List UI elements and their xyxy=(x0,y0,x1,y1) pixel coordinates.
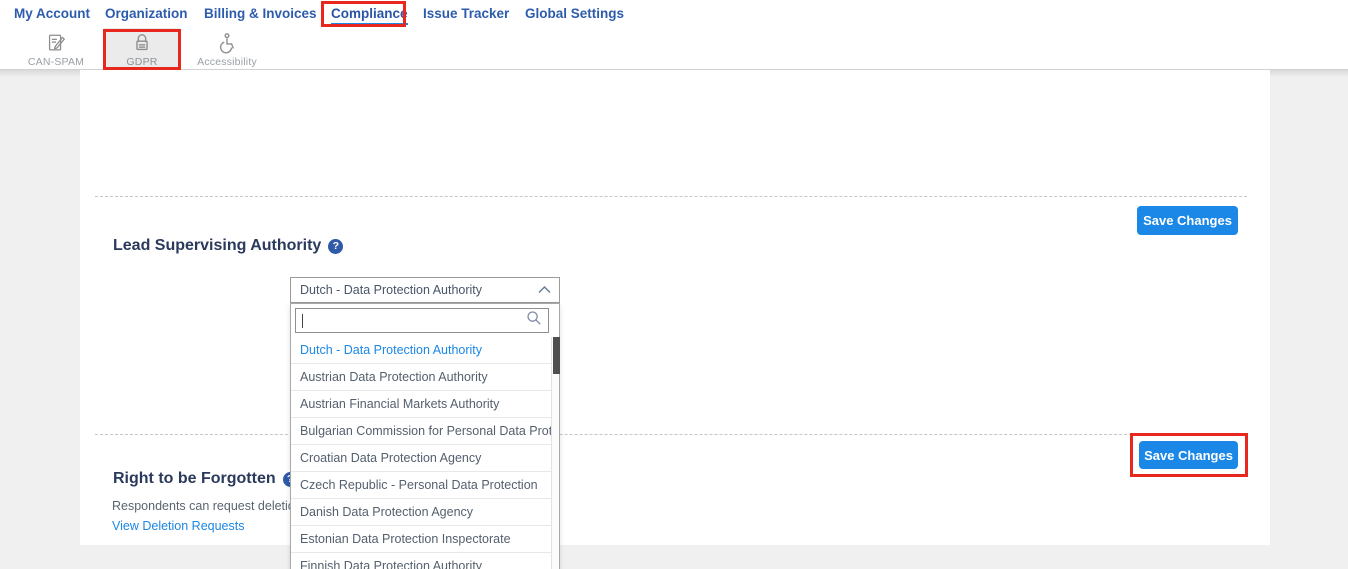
nav-global-settings[interactable]: Global Settings xyxy=(525,6,624,21)
tab-can-spam[interactable]: CAN-SPAM xyxy=(10,28,102,70)
right-to-be-forgotten-title: Right to be Forgotten ? xyxy=(113,470,298,488)
help-icon[interactable]: ? xyxy=(328,239,343,254)
nav-organization[interactable]: Organization xyxy=(105,6,188,21)
lead-supervising-authority-title: Lead Supervising Authority ? xyxy=(113,237,343,255)
authority-option[interactable]: Austrian Financial Markets Authority xyxy=(291,391,552,418)
authority-option[interactable]: Austrian Data Protection Authority xyxy=(291,364,552,391)
authority-option-list: Dutch - Data Protection Authority Austri… xyxy=(291,337,552,569)
padlock-icon xyxy=(131,31,153,55)
tab-gdpr[interactable]: GDPR xyxy=(104,28,180,70)
authority-option[interactable]: Dutch - Data Protection Authority xyxy=(291,337,552,364)
save-changes-button-address[interactable]: Save Changes xyxy=(1137,206,1238,235)
chevron-up-icon xyxy=(538,283,551,297)
dropdown-scrollbar-thumb[interactable] xyxy=(553,337,560,374)
search-icon xyxy=(526,310,542,331)
save-changes-button-authority[interactable]: Save Changes xyxy=(1139,441,1238,469)
nav-compliance[interactable]: Compliance xyxy=(331,6,408,25)
compliance-toolbar: CAN-SPAM GDPR Accessibility xyxy=(0,28,1348,70)
nav-my-account[interactable]: My Account xyxy=(14,6,90,21)
nav-issue-tracker[interactable]: Issue Tracker xyxy=(423,6,509,21)
document-pencil-icon xyxy=(45,31,67,55)
top-navigation: My Account Organization Billing & Invoic… xyxy=(0,0,1348,28)
tab-accessibility[interactable]: Accessibility xyxy=(184,28,270,70)
authority-option[interactable]: Croatian Data Protection Agency xyxy=(291,445,552,472)
nav-billing-invoices[interactable]: Billing & Invoices xyxy=(204,6,317,21)
view-deletion-requests-link[interactable]: View Deletion Requests xyxy=(112,519,244,533)
authority-selected-value: Dutch - Data Protection Authority xyxy=(300,283,482,297)
authority-option[interactable]: Bulgarian Commission for Personal Data P… xyxy=(291,418,552,445)
right-to-be-forgotten-description: Respondents can request deletion of xyxy=(112,499,316,513)
section-divider-2 xyxy=(95,434,1247,435)
authority-option[interactable]: Czech Republic - Personal Data Protectio… xyxy=(291,472,552,499)
text-caret xyxy=(302,314,303,328)
tab-accessibility-label: Accessibility xyxy=(197,56,257,68)
authority-search-input[interactable] xyxy=(295,308,549,333)
dropdown-scrollbar[interactable] xyxy=(551,337,559,569)
authority-select[interactable]: Dutch - Data Protection Authority xyxy=(290,277,560,303)
tab-can-spam-label: CAN-SPAM xyxy=(28,56,84,68)
compliance-settings-page: My Account Organization Billing & Invoic… xyxy=(0,0,1348,569)
wheelchair-icon xyxy=(216,31,238,55)
section-divider-1 xyxy=(95,196,1247,197)
authority-option[interactable]: Danish Data Protection Agency xyxy=(291,499,552,526)
tab-gdpr-label: GDPR xyxy=(126,56,157,68)
authority-option[interactable]: Estonian Data Protection Inspectorate xyxy=(291,526,552,553)
authority-dropdown-panel: Dutch - Data Protection Authority Austri… xyxy=(290,303,560,569)
authority-option[interactable]: Finnish Data Protection Authority xyxy=(291,553,552,569)
